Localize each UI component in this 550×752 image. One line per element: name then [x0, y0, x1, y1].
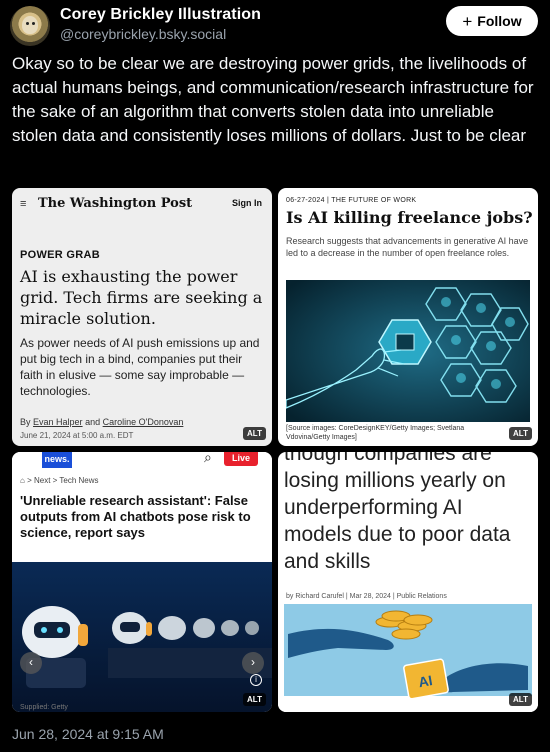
post-timestamp[interactable]: Jun 28, 2024 at 9:15 AM — [12, 726, 164, 742]
article-dek: As power needs of AI push emissions up a… — [20, 336, 260, 398]
article-meta: 06-27-2024 | THE FUTURE OF WORK — [286, 197, 417, 204]
article-kicker: POWER GRAB — [20, 249, 100, 261]
image-credit: [Source images: CoreDesignKEY/Getty Imag… — [286, 425, 465, 441]
image-caption: Supplied: Getty — [20, 704, 68, 711]
author-link: Caroline O'Donovan — [102, 417, 184, 427]
ai-chip-coins-illustration: AI — [278, 604, 538, 712]
follow-button[interactable]: + Follow — [446, 6, 538, 36]
image-freelance-article[interactable]: 06-27-2024 | THE FUTURE OF WORK Is AI ki… — [278, 188, 538, 446]
plus-icon: + — [462, 11, 473, 31]
live-badge: Live — [224, 452, 258, 466]
info-icon[interactable]: i — [250, 674, 262, 686]
post-text: Okay so to be clear we are destroying po… — [12, 54, 534, 145]
breadcrumb: ⌂ > Next > Tech News — [20, 476, 99, 485]
media-grid: ≡ The Washington Post Sign In POWER GRAB… — [12, 188, 538, 712]
article-headline: AI is exhausting the power grid. Tech fi… — [20, 267, 263, 328]
svg-text:AI: AI — [417, 672, 434, 690]
alt-badge[interactable]: ALT — [243, 427, 266, 440]
hexagon-hand-illustration — [286, 280, 530, 422]
news-logo: news. — [42, 452, 72, 468]
author-link: Evan Halper — [33, 417, 83, 427]
home-icon: ⌂ — [20, 476, 25, 485]
alt-badge[interactable]: ALT — [509, 427, 532, 440]
author-handle[interactable]: @coreybrickley.bsky.social — [60, 26, 226, 42]
article-byline: By Evan Halper and Caroline O'Donovan — [20, 417, 184, 427]
article-dek: Research suggests that advancements in g… — [286, 236, 529, 258]
alt-badge[interactable]: ALT — [243, 693, 266, 706]
article-date: June 21, 2024 at 5:00 a.m. EDT — [20, 431, 134, 440]
sign-in-text: Sign In — [232, 198, 262, 208]
article-excerpt: though companies are losing millions yea… — [284, 452, 511, 573]
author-avatar[interactable] — [10, 6, 50, 46]
article-byline: by Richard Carufel | Mar 28, 2024 | Publ… — [286, 593, 447, 600]
robot-illustration — [12, 562, 272, 712]
article-headline: Is AI killing freelance jobs? — [286, 208, 533, 227]
follow-label: Follow — [477, 13, 522, 29]
menu-icon: ≡ — [20, 198, 27, 210]
image-washington-post[interactable]: ≡ The Washington Post Sign In POWER GRAB… — [12, 188, 272, 446]
author-name[interactable]: Corey Brickley Illustration — [60, 6, 261, 24]
previous-image-button[interactable]: ‹ — [20, 652, 42, 674]
next-image-button[interactable]: › — [242, 652, 264, 674]
washington-post-logo: The Washington Post — [38, 196, 193, 211]
post: Corey Brickley Illustration @coreybrickl… — [0, 0, 550, 752]
image-ai-losses-article[interactable]: though companies are losing millions yea… — [278, 452, 538, 712]
article-headline: 'Unreliable research assistant': False o… — [20, 493, 251, 540]
search-icon: ⌕ — [204, 452, 212, 465]
image-news-article[interactable]: news. ⌕ Live ⌂ > Next > Tech News 'Unrel… — [12, 452, 272, 712]
alt-badge[interactable]: ALT — [509, 693, 532, 706]
